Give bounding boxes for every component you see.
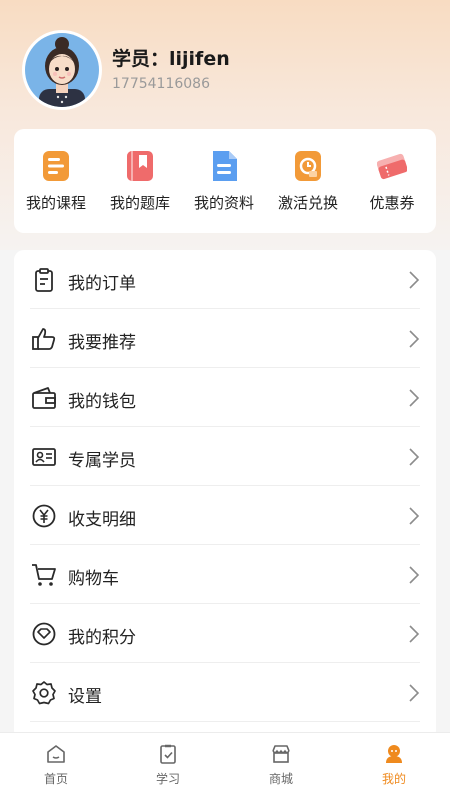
menu-item-settings[interactable]: 设置 <box>14 663 436 722</box>
menu-item-label: 购物车 <box>68 569 119 589</box>
redeem-icon <box>295 151 321 181</box>
quick-link-activate-redeem[interactable]: 激活兑换 <box>266 129 350 233</box>
quick-link-label: 优惠券 <box>369 194 415 212</box>
quick-link-label: 我的课程 <box>25 194 86 212</box>
cart-icon <box>32 564 56 586</box>
tab-label: 商城 <box>268 772 293 786</box>
chevron-right-icon <box>409 389 420 407</box>
avatar-image <box>25 33 99 107</box>
menu-item-shopping-cart[interactable]: 购物车 <box>14 545 436 604</box>
quick-link-coupons[interactable]: 优惠券 <box>350 129 434 233</box>
chevron-right-icon <box>409 448 420 466</box>
menu-item-exclusive-students[interactable]: 专属学员 <box>14 427 436 486</box>
course-icon <box>43 151 69 181</box>
points-icon <box>32 622 56 646</box>
menu-item-label: 收支明细 <box>68 510 136 530</box>
menu-item-label: 我要推荐 <box>68 333 136 353</box>
menu-item-transactions[interactable]: 收支明细 <box>14 486 436 545</box>
gear-icon <box>32 681 56 705</box>
quick-link-label: 激活兑换 <box>277 194 338 212</box>
chevron-right-icon <box>409 507 420 525</box>
quick-link-my-courses[interactable]: 我的课程 <box>14 129 98 233</box>
store-icon <box>272 745 290 763</box>
menu-item-label: 专属学员 <box>68 451 136 471</box>
menu-item-my-orders[interactable]: 我的订单 <box>14 250 436 309</box>
menu-item-label: 我的钱包 <box>68 392 136 412</box>
tab-profile[interactable]: 我的 <box>338 733 450 800</box>
chevron-right-icon <box>409 684 420 702</box>
menu-item-label: 设置 <box>68 687 102 707</box>
menu-item-points[interactable]: 我的积分 <box>14 604 436 663</box>
tab-home[interactable]: 首页 <box>0 733 112 800</box>
id-card-icon <box>32 448 56 466</box>
tab-study[interactable]: 学习 <box>112 733 224 800</box>
coupon-icon <box>377 153 407 180</box>
menu-item-recommend[interactable]: 我要推荐 <box>14 309 436 368</box>
chevron-right-icon <box>409 330 420 348</box>
home-icon <box>47 745 65 763</box>
avatar[interactable] <box>22 30 102 110</box>
menu-item-label: 我的订单 <box>68 274 136 294</box>
quick-link-my-materials[interactable]: 我的资料 <box>182 129 266 233</box>
menu-item-wallet[interactable]: 我的钱包 <box>14 368 436 427</box>
yen-icon <box>32 504 56 528</box>
study-icon <box>160 744 176 764</box>
chevron-right-icon <box>409 566 420 584</box>
quick-link-label: 我的题库 <box>109 194 170 212</box>
clipboard-icon <box>35 268 53 292</box>
user-name: 学员：lijifen <box>112 48 230 70</box>
wallet-icon <box>32 387 56 409</box>
quick-links-card: 我的课程 我的题库 我的资料 激活兑换 优惠券 <box>14 129 436 233</box>
tab-label: 首页 <box>43 772 68 786</box>
quick-link-question-bank[interactable]: 我的题库 <box>98 129 182 233</box>
bottom-tab-bar: 首页 学习 商城 我的 <box>0 732 450 800</box>
user-phone: 17754116086 <box>112 76 210 92</box>
menu-item-label: 我的积分 <box>68 628 136 648</box>
menu-list: 我的订单 我要推荐 我的钱包 专属学员 收支明细 购物车 我的积分 设置 <box>14 250 436 740</box>
chevron-right-icon <box>409 625 420 643</box>
tab-label: 我的 <box>381 772 406 786</box>
document-icon <box>213 151 237 181</box>
tab-label: 学习 <box>155 772 180 786</box>
chevron-right-icon <box>409 271 420 289</box>
question-bank-icon <box>127 151 153 181</box>
divider <box>30 721 420 722</box>
thumbs-up-icon <box>32 328 56 350</box>
profile-section: 学员：lijifen 17754116086 <box>22 30 428 110</box>
profile-icon <box>386 745 402 763</box>
tab-store[interactable]: 商城 <box>225 733 337 800</box>
quick-link-label: 我的资料 <box>193 194 254 212</box>
